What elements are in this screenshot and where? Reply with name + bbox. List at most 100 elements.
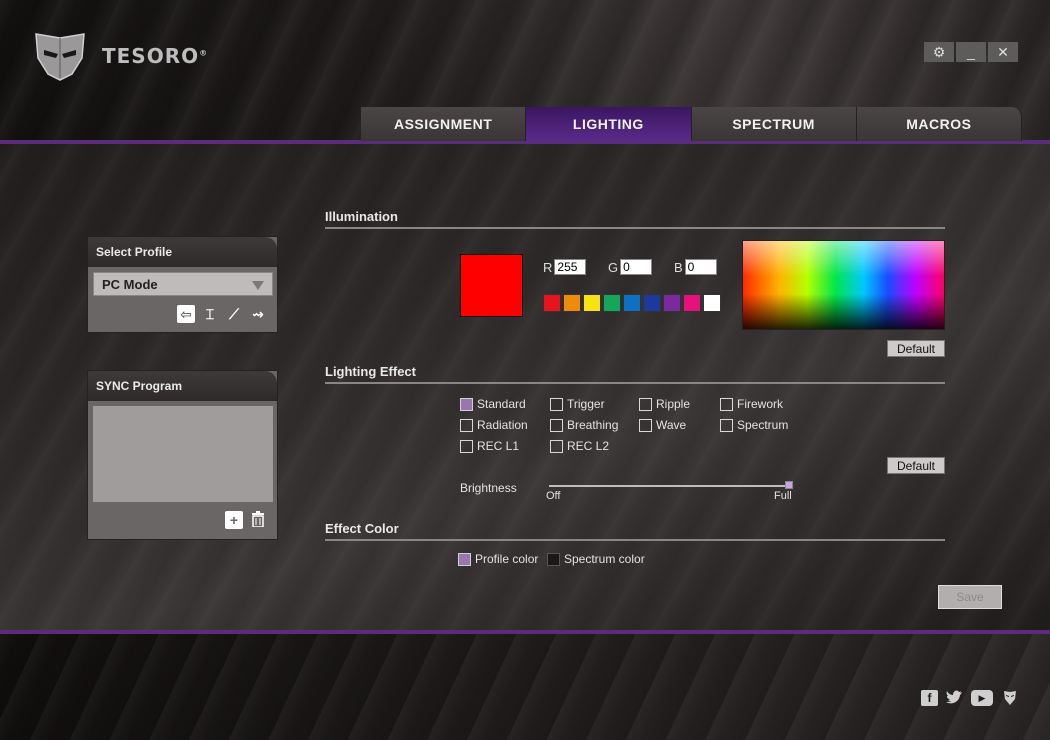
palette-swatch[interactable] [583, 294, 601, 312]
illumination-title: Illumination [325, 209, 945, 229]
edit-profile-icon[interactable]: ⌶ [201, 305, 219, 323]
add-icon[interactable]: + [225, 511, 243, 529]
color-spectrum-picker[interactable] [742, 240, 945, 330]
brightness-slider-track[interactable] [549, 485, 789, 487]
effect-label: Spectrum [737, 418, 789, 432]
brand-logo: TESORO® [32, 28, 208, 84]
sync-program-list[interactable] [93, 406, 273, 502]
spectrum-color-label: Spectrum color [564, 552, 645, 566]
profile-actions: ⇦ ⌶ ⟋ ⇝ [177, 305, 267, 323]
green-input[interactable]: 0 [620, 259, 653, 275]
palette-swatch[interactable] [543, 294, 561, 312]
effect-color-title: Effect Color [325, 521, 945, 541]
brightness-max-label: Full [774, 490, 792, 502]
profile-color-checkbox[interactable] [458, 552, 471, 566]
spectrum-color-checkbox[interactable] [547, 552, 560, 566]
tab-spectrum[interactable]: SPECTRUM [691, 107, 857, 141]
tab-assignment[interactable]: ASSIGNMENT [361, 107, 527, 141]
minimize-button[interactable]: _ [956, 42, 986, 62]
save-button[interactable]: Save [938, 585, 1002, 609]
effect-checkbox[interactable] [639, 418, 652, 432]
close-button[interactable]: ✕ [988, 42, 1018, 62]
red-input-group: R 255 [543, 259, 587, 275]
effect-checkbox[interactable] [639, 397, 652, 411]
brightness-slider-thumb[interactable] [785, 481, 793, 489]
palette-swatch[interactable] [663, 294, 681, 312]
effect-label: Wave [656, 418, 687, 432]
effect-option-ripple[interactable]: Ripple [639, 397, 690, 411]
sync-program-panel: SYNC Program + [87, 370, 278, 540]
effect-label: Standard [477, 397, 526, 411]
green-input-group: G 0 [608, 259, 653, 275]
blue-input-group: B 0 [674, 259, 717, 275]
profile-dropdown[interactable]: PC Mode [93, 272, 273, 296]
footer-band [0, 634, 1050, 740]
blue-input[interactable]: 0 [684, 259, 717, 275]
effect-option-breathing[interactable]: Breathing [550, 418, 618, 432]
effect-label: Ripple [656, 397, 691, 411]
red-input[interactable]: 255 [554, 259, 587, 275]
effect-label: Radiation [477, 418, 528, 432]
effect-option-radiation[interactable]: Radiation [460, 418, 528, 432]
effect-checkbox[interactable] [550, 397, 563, 411]
close-icon: ✕ [997, 43, 1009, 60]
main-tabs: ASSIGNMENT LIGHTING SPECTRUM MACROS [361, 107, 1022, 141]
palette-swatch[interactable] [563, 294, 581, 312]
tab-lighting[interactable]: LIGHTING [526, 107, 692, 141]
effect-option-rec-l1[interactable]: REC L1 [460, 439, 519, 453]
tab-macros[interactable]: MACROS [856, 107, 1022, 141]
effect-option-standard[interactable]: Standard [460, 397, 526, 411]
effect-option-spectrum[interactable]: Spectrum [720, 418, 788, 432]
brand-name: TESORO® [102, 44, 209, 68]
app-window: TESORO® ⚙ _ ✕ ASSIGNMENT LIGHTING SPECTR… [0, 0, 1050, 740]
spectrum-color-option[interactable]: Spectrum color [547, 552, 645, 566]
effect-checkbox[interactable] [550, 418, 563, 432]
color-palette [543, 294, 721, 312]
effect-checkbox[interactable] [460, 439, 473, 453]
effect-option-rec-l2[interactable]: REC L2 [550, 439, 609, 453]
minimize-icon: _ [967, 44, 975, 60]
effect-checkbox[interactable] [720, 397, 733, 411]
palette-swatch[interactable] [623, 294, 641, 312]
chevron-down-icon [252, 281, 264, 290]
panel-title: Select Profile [88, 237, 277, 267]
effect-label: Firework [737, 397, 784, 411]
profile-color-option[interactable]: Profile color [458, 552, 538, 566]
sync-actions: + [225, 511, 267, 529]
effect-checkbox[interactable] [460, 397, 473, 411]
effect-label: Breathing [567, 418, 619, 432]
brightness-min-label: Off [546, 490, 561, 502]
red-label: R [543, 259, 553, 275]
trash-icon[interactable] [249, 511, 267, 529]
palette-swatch[interactable] [603, 294, 621, 312]
youtube-icon[interactable]: ▶ [971, 690, 993, 706]
settings-button[interactable]: ⚙ [924, 42, 954, 62]
select-profile-panel: Select Profile PC Mode ⇦ ⌶ ⟋ ⇝ [87, 236, 278, 333]
window-controls: ⚙ _ ✕ [924, 42, 1018, 62]
export-profile-icon[interactable]: ⇝ [249, 305, 267, 323]
profile-selected-value: PC Mode [102, 277, 158, 292]
palette-swatch[interactable] [703, 294, 721, 312]
twitter-icon[interactable] [946, 690, 963, 706]
tesoro-icon[interactable] [1001, 690, 1018, 706]
palette-swatch[interactable] [643, 294, 661, 312]
social-links: f ▶ [921, 690, 1018, 706]
effect-checkbox[interactable] [720, 418, 733, 432]
green-label: G [608, 259, 619, 275]
brightness-label: Brightness [460, 481, 517, 495]
effect-label: REC L1 [477, 439, 520, 453]
effect-label: Trigger [567, 397, 605, 411]
effect-checkbox[interactable] [550, 439, 563, 453]
lighting-default-button[interactable]: Default [887, 457, 945, 474]
palette-swatch[interactable] [683, 294, 701, 312]
blue-label: B [674, 259, 683, 275]
effect-label: REC L2 [567, 439, 610, 453]
effect-option-firework[interactable]: Firework [720, 397, 783, 411]
import-icon[interactable]: ⇦ [177, 305, 195, 323]
effect-option-wave[interactable]: Wave [639, 418, 686, 432]
illumination-default-button[interactable]: Default [887, 340, 945, 357]
copy-profile-icon[interactable]: ⟋ [225, 305, 243, 323]
facebook-icon[interactable]: f [921, 690, 938, 706]
effect-checkbox[interactable] [460, 418, 473, 432]
effect-option-trigger[interactable]: Trigger [550, 397, 605, 411]
